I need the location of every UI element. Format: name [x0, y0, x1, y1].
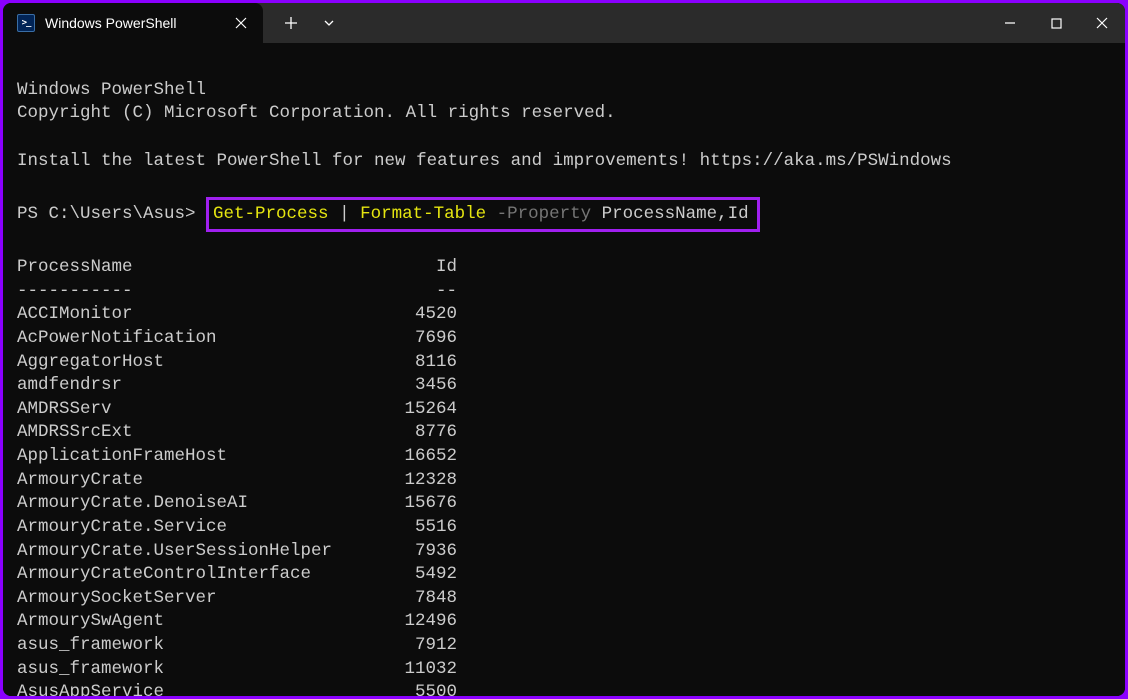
process-name: asus_framework — [17, 634, 367, 658]
process-id: 12328 — [367, 469, 457, 493]
process-id: 5500 — [367, 681, 457, 696]
process-name: ArmouryCrate.Service — [17, 516, 367, 540]
tab-actions — [263, 7, 345, 39]
process-id: 8776 — [367, 421, 457, 445]
close-tab-button[interactable] — [231, 13, 251, 33]
terminal-window: Windows PowerShell Windows Pow — [3, 3, 1125, 696]
process-name: AsusAppService — [17, 681, 367, 696]
banner-line: Install the latest PowerShell for new fe… — [17, 151, 952, 171]
process-name: ArmouryCrate — [17, 469, 367, 493]
table-row: AMDRSServ15264 — [17, 398, 1111, 422]
table-row: AMDRSSrcExt8776 — [17, 421, 1111, 445]
table-row: AggregatorHost8116 — [17, 351, 1111, 375]
table-row: ApplicationFrameHost16652 — [17, 445, 1111, 469]
process-id: 7696 — [367, 327, 457, 351]
minimize-button[interactable] — [987, 3, 1033, 43]
powershell-icon — [17, 14, 35, 32]
banner-line: Copyright (C) Microsoft Corporation. All… — [17, 103, 616, 123]
prompt-prefix: PS C:\Users\Asus> — [17, 204, 206, 224]
column-header-id: Id — [367, 256, 457, 280]
process-name: ApplicationFrameHost — [17, 445, 367, 469]
process-name: asus_framework — [17, 658, 367, 682]
process-name: ArmouryCrateControlInterface — [17, 563, 367, 587]
banner-line: Windows PowerShell — [17, 80, 206, 100]
process-name: ArmourySwAgent — [17, 610, 367, 634]
table-row: asus_framework11032 — [17, 658, 1111, 682]
process-id: 5492 — [367, 563, 457, 587]
active-tab[interactable]: Windows PowerShell — [3, 3, 263, 43]
terminal-output[interactable]: Windows PowerShell Copyright (C) Microso… — [3, 43, 1125, 696]
column-header-name: ProcessName — [17, 256, 367, 280]
table-row: ArmouryCrate12328 — [17, 469, 1111, 493]
process-name: ArmouryCrate.DenoiseAI — [17, 492, 367, 516]
process-name: AMDRSSrcExt — [17, 421, 367, 445]
process-name: AggregatorHost — [17, 351, 367, 375]
table-row: AcPowerNotification7696 — [17, 327, 1111, 351]
separator: ----------- — [17, 280, 367, 304]
parameter: -Property — [486, 204, 602, 224]
table-row: ArmouryCrate.UserSessionHelper7936 — [17, 540, 1111, 564]
process-id: 4520 — [367, 303, 457, 327]
tab-title: Windows PowerShell — [45, 15, 221, 31]
process-id: 15676 — [367, 492, 457, 516]
table-row: amdfendrsr3456 — [17, 374, 1111, 398]
table-row: ACCIMonitor4520 — [17, 303, 1111, 327]
close-window-button[interactable] — [1079, 3, 1125, 43]
process-id: 15264 — [367, 398, 457, 422]
process-name: ArmourySocketServer — [17, 587, 367, 611]
process-name: amdfendrsr — [17, 374, 367, 398]
process-id: 11032 — [367, 658, 457, 682]
table-separator: ------------- — [17, 280, 1111, 304]
maximize-button[interactable] — [1033, 3, 1079, 43]
table-row: ArmouryCrate.DenoiseAI15676 — [17, 492, 1111, 516]
process-name: AMDRSServ — [17, 398, 367, 422]
table-row: asus_framework7912 — [17, 634, 1111, 658]
process-id: 8116 — [367, 351, 457, 375]
process-id: 7848 — [367, 587, 457, 611]
process-id: 5516 — [367, 516, 457, 540]
cmdlet: Get-Process — [213, 204, 329, 224]
process-name: ArmouryCrate.UserSessionHelper — [17, 540, 367, 564]
table-row: ArmouryCrateControlInterface5492 — [17, 563, 1111, 587]
titlebar: Windows PowerShell — [3, 3, 1125, 43]
process-name: AcPowerNotification — [17, 327, 367, 351]
table-row: ArmourySwAgent12496 — [17, 610, 1111, 634]
table-header: ProcessNameId — [17, 256, 1111, 280]
process-id: 7936 — [367, 540, 457, 564]
arguments: ProcessName,Id — [602, 204, 749, 224]
process-name: ACCIMonitor — [17, 303, 367, 327]
tab-dropdown-button[interactable] — [313, 7, 345, 39]
command-highlight: Get-Process | Format-Table -Property Pro… — [206, 197, 760, 233]
cmdlet: Format-Table — [360, 204, 486, 224]
new-tab-button[interactable] — [275, 7, 307, 39]
separator: -- — [367, 280, 457, 304]
process-id: 7912 — [367, 634, 457, 658]
pipe: | — [329, 204, 361, 224]
table-row: ArmourySocketServer7848 — [17, 587, 1111, 611]
table-row: AsusAppService5500 — [17, 681, 1111, 696]
process-id: 3456 — [367, 374, 457, 398]
table-row: ArmouryCrate.Service5516 — [17, 516, 1111, 540]
process-id: 12496 — [367, 610, 457, 634]
window-controls — [987, 3, 1125, 43]
process-id: 16652 — [367, 445, 457, 469]
